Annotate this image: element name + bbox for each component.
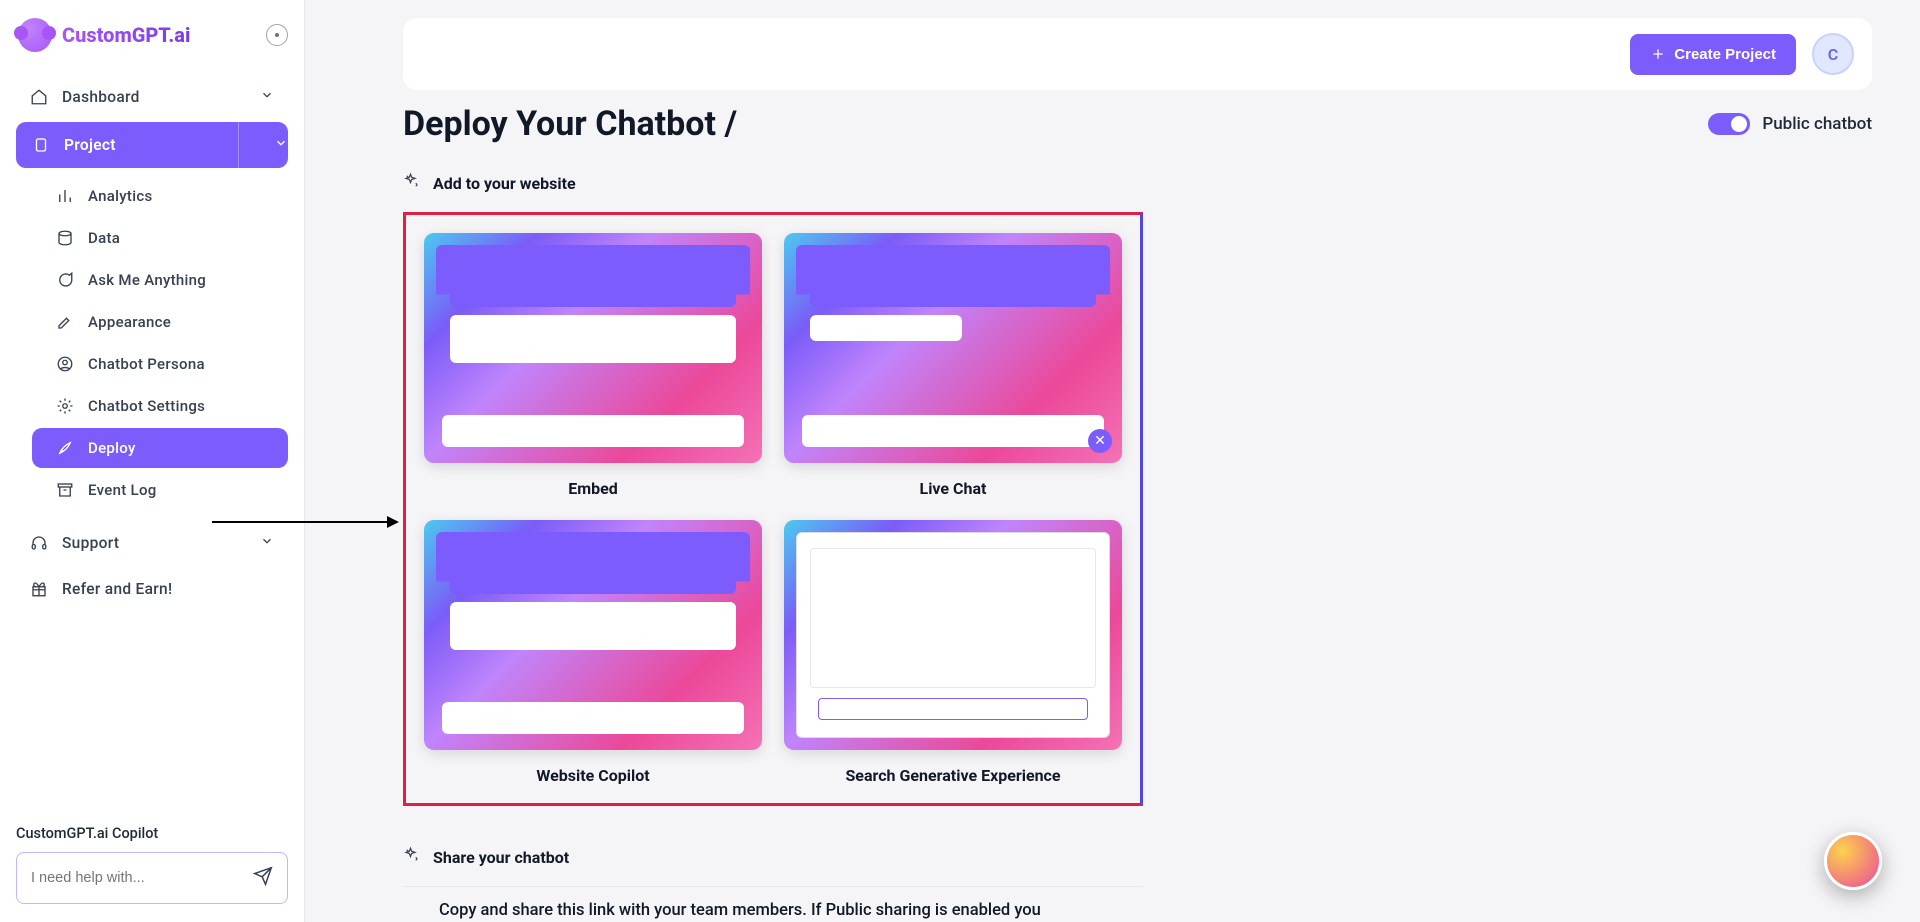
deploy-tile-embed[interactable]: Embed [424,233,762,498]
database-icon [56,229,74,247]
tile-preview [424,233,762,463]
chat-icon [56,271,74,289]
close-icon: ✕ [1088,429,1112,453]
sidebar-item-label: Chatbot Persona [88,355,205,373]
public-chatbot-toggle[interactable] [1708,113,1750,135]
sidebar-item-dashboard[interactable]: Dashboard [16,76,288,118]
sidebar-item-project[interactable]: Project [16,122,288,168]
send-icon[interactable] [253,866,273,890]
deploy-tile-website-copilot[interactable]: Website Copilot [424,520,762,785]
sidebar-item-label: Chatbot Settings [88,397,205,415]
gear-icon [56,397,74,415]
avatar-letter: C [1828,45,1838,64]
main-content: Create Project C Deploy Your Chatbot / P… [305,0,1920,922]
tile-label: Live Chat [920,479,987,498]
section-share-chatbot: Share your chatbot [403,846,1143,887]
project-expand-toggle[interactable] [238,122,288,168]
sidebar-item-label: Support [62,534,119,552]
share-description: Copy and share this link with your team … [403,901,1143,920]
create-project-label: Create Project [1674,46,1776,63]
chart-bar-icon [56,187,74,205]
section-title: Share your chatbot [433,848,569,867]
chevron-down-icon [274,136,288,154]
sidebar-item-deploy[interactable]: Deploy [32,428,288,468]
sidebar-item-refer[interactable]: Refer and Earn! [16,568,288,610]
tile-label: Embed [568,479,618,498]
sidebar-item-label: Deploy [88,439,136,457]
home-icon [30,88,48,106]
copilot-input[interactable] [31,870,253,886]
copilot-input-wrap[interactable] [16,852,288,904]
page-title-row: Deploy Your Chatbot / Public chatbot [403,104,1872,144]
copilot-title: CustomGPT.ai Copilot [16,825,288,842]
support-float-avatar[interactable] [1824,832,1882,890]
chevron-down-icon [260,88,274,106]
sidebar-item-ask-me-anything[interactable]: Ask Me Anything [32,260,288,300]
sparkle-icon [403,172,421,194]
sidebar-item-label: Analytics [88,187,153,205]
header-bar: Create Project C [403,18,1872,90]
sidebar-item-label: Data [88,229,120,247]
headset-icon [30,534,48,552]
sidebar: CustomGPT.ai Dashboard Project Analytics [0,0,305,922]
user-circle-icon [56,355,74,373]
sidebar-item-label: Dashboard [62,88,140,106]
clipboard-icon [32,136,50,154]
avatar[interactable]: C [1812,33,1854,75]
sidebar-item-analytics[interactable]: Analytics [32,176,288,216]
sidebar-item-chatbot-persona[interactable]: Chatbot Persona [32,344,288,384]
chevron-down-icon [260,534,274,552]
page-title: Deploy Your Chatbot / [403,104,737,144]
sidebar-item-label: Event Log [88,481,157,499]
sidebar-item-data[interactable]: Data [32,218,288,258]
section-add-to-website: Add to your website [403,172,1143,194]
tile-preview [424,520,762,750]
sidebar-item-event-log[interactable]: Event Log [32,470,288,510]
section-title: Add to your website [433,174,576,193]
tile-label: Search Generative Experience [845,766,1060,785]
gift-icon [30,580,48,598]
sidebar-item-label: Ask Me Anything [88,271,206,289]
sidebar-item-label: Project [64,136,116,154]
sidebar-item-label: Appearance [88,313,171,331]
rocket-icon [56,439,74,457]
sidebar-item-chatbot-settings[interactable]: Chatbot Settings [32,386,288,426]
public-chatbot-label: Public chatbot [1762,114,1872,134]
sidebar-menu-toggle[interactable] [266,24,288,46]
sidebar-item-label: Refer and Earn! [62,580,172,598]
brand-name: CustomGPT.ai [62,23,190,47]
sidebar-item-support[interactable]: Support [16,522,288,564]
create-project-button[interactable]: Create Project [1630,34,1796,75]
tile-label: Website Copilot [536,766,649,785]
brand-logo-icon [18,18,52,52]
deploy-tile-live-chat[interactable]: ✕ Live Chat [784,233,1122,498]
sparkle-icon [403,846,421,868]
archive-icon [56,481,74,499]
logo-row: CustomGPT.ai [16,18,288,52]
brush-icon [56,313,74,331]
tile-preview: ✕ [784,233,1122,463]
tile-preview [784,520,1122,750]
sidebar-item-appearance[interactable]: Appearance [32,302,288,342]
highlighted-deploy-options: Embed ✕ Live Chat [403,212,1143,806]
deploy-tile-search-generative-experience[interactable]: Search Generative Experience [784,520,1122,785]
